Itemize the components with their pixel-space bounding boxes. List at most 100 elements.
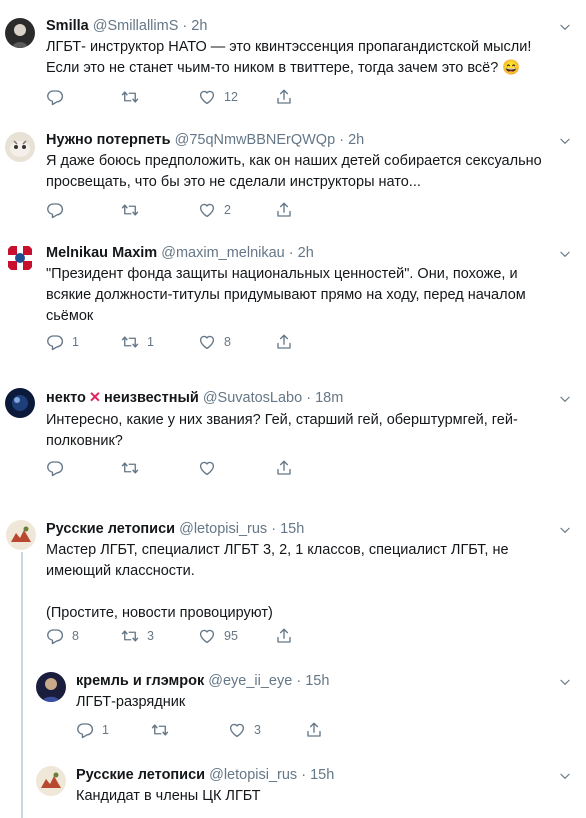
share-button[interactable] [275, 626, 293, 646]
like-button[interactable]: 95 [198, 626, 238, 646]
like-icon [228, 721, 246, 739]
reply-icon [76, 721, 94, 739]
display-name[interactable]: некто [46, 390, 86, 406]
timestamp[interactable]: 15h [310, 767, 334, 783]
reply-button[interactable]: 1 [46, 332, 79, 352]
tweet-actions [46, 458, 306, 478]
reply-button[interactable] [46, 458, 72, 478]
chevron-down-icon[interactable] [558, 769, 572, 783]
display-name[interactable]: Melnikau Maxim [46, 245, 157, 261]
like-icon [198, 459, 216, 477]
avatar[interactable] [36, 672, 66, 702]
retweet-count: 3 [147, 629, 154, 643]
tweet-text: ЛГБТ- инструктор НАТО — это квинтэссенци… [46, 39, 532, 76]
display-name[interactable]: Нужно потерпеть [46, 132, 171, 148]
tweet-text: Мастер ЛГБТ, специалист ЛГБТ 3, 2, 1 кла… [46, 542, 509, 621]
share-button[interactable] [275, 87, 293, 107]
retweet-button[interactable]: 3 [121, 626, 154, 646]
timestamp[interactable]: 18m [315, 390, 343, 406]
avatar[interactable] [5, 243, 35, 273]
tweet[interactable]: кремль и глэмрок @eye_ii_eye · 15h ЛГБТ-… [0, 664, 586, 762]
like-button[interactable]: 2 [198, 200, 231, 220]
reply-button[interactable] [46, 87, 72, 107]
like-icon [198, 201, 216, 219]
like-button[interactable]: 8 [198, 332, 231, 352]
separator: · [271, 521, 277, 537]
retweet-icon [121, 201, 139, 219]
share-button[interactable] [275, 458, 293, 478]
retweet-button[interactable] [151, 720, 177, 740]
reply-icon [46, 333, 64, 351]
like-button[interactable] [198, 458, 224, 478]
display-name[interactable]: кремль и глэмрок [76, 673, 204, 689]
tweet-text: Я даже боюсь предположить, как он наших … [46, 153, 542, 190]
display-name[interactable]: Smilla [46, 18, 89, 34]
reply-button[interactable] [46, 200, 72, 220]
reply-button[interactable]: 8 [46, 626, 79, 646]
tweet-header: кремль и глэмрок @eye_ii_eye · 15h [76, 672, 329, 690]
tweet-actions: 1 1 8 [46, 332, 306, 352]
user-handle[interactable]: @eye_ii_eye [208, 673, 292, 689]
tweet[interactable]: Melnikau Maxim @maxim_melnikau · 2h "Пре… [0, 242, 586, 372]
reply-count: 1 [72, 335, 79, 349]
retweet-button[interactable] [121, 87, 147, 107]
share-icon [305, 721, 323, 739]
chevron-down-icon[interactable] [558, 392, 572, 406]
user-handle[interactable]: @letopisi_rus [209, 767, 297, 783]
display-name[interactable]: неизвестный [104, 390, 199, 406]
like-button[interactable]: 3 [228, 720, 261, 740]
like-count: 95 [224, 629, 238, 643]
timestamp[interactable]: 2h [191, 18, 207, 34]
chevron-down-icon[interactable] [558, 20, 572, 34]
display-name[interactable]: Русские летописи [76, 767, 205, 783]
tweet[interactable]: Русские летописи @letopisi_rus · 15h Кан… [0, 758, 586, 818]
share-button[interactable] [275, 200, 293, 220]
user-handle[interactable]: @SuvatosLabo [203, 390, 302, 406]
reply-icon [46, 627, 64, 645]
like-count: 12 [224, 90, 238, 104]
separator: · [306, 390, 312, 406]
display-name[interactable]: Русские летописи [46, 521, 175, 537]
timestamp[interactable]: 2h [348, 132, 364, 148]
user-handle[interactable]: @75qNmwBBNErQWQp [175, 132, 336, 148]
avatar[interactable] [5, 388, 35, 418]
timestamp[interactable]: 15h [305, 673, 329, 689]
user-handle[interactable]: @maxim_melnikau [161, 245, 285, 261]
chevron-down-icon[interactable] [558, 134, 572, 148]
avatar[interactable] [5, 132, 35, 162]
reply-button[interactable]: 1 [76, 720, 109, 740]
chevron-down-icon[interactable] [558, 247, 572, 261]
separator: · [301, 767, 307, 783]
tweet[interactable]: Smilla @SmillallimS · 2h ЛГБТ- инструкто… [0, 0, 586, 120]
tweet-actions: 1 3 [76, 720, 336, 740]
retweet-icon [121, 333, 139, 351]
share-icon [275, 627, 293, 645]
retweet-button[interactable] [121, 458, 147, 478]
timestamp[interactable]: 15h [280, 521, 304, 537]
retweet-button[interactable] [121, 200, 147, 220]
timestamp[interactable]: 2h [298, 245, 314, 261]
share-button[interactable] [275, 332, 293, 352]
retweet-icon [151, 721, 169, 739]
chevron-down-icon[interactable] [558, 523, 572, 537]
reply-count: 8 [72, 629, 79, 643]
user-handle[interactable]: @letopisi_rus [179, 521, 267, 537]
like-icon [198, 627, 216, 645]
tweet-text: ЛГБТ-разрядник [76, 694, 186, 710]
chevron-down-icon[interactable] [558, 675, 572, 689]
separator: · [288, 245, 294, 261]
user-handle[interactable]: @SmillallimS [93, 18, 179, 34]
tweet-header: Нужно потерпеть @75qNmwBBNErQWQp · 2h [46, 131, 364, 149]
tweet-actions: 12 [46, 87, 306, 107]
avatar[interactable] [5, 18, 35, 48]
tweet[interactable]: Нужно потерпеть @75qNmwBBNErQWQp · 2h Я … [0, 122, 586, 240]
tweet-actions: 8 3 95 [46, 626, 306, 646]
retweet-button[interactable]: 1 [121, 332, 154, 352]
share-button[interactable] [305, 720, 323, 740]
like-button[interactable]: 12 [198, 87, 238, 107]
avatar[interactable] [36, 766, 66, 796]
tweet[interactable]: некто ✕ неизвестный @SuvatosLabo · 18m Инт… [0, 384, 586, 492]
tweet-header: Русские летописи @letopisi_rus · 15h [46, 520, 304, 538]
avatar[interactable] [6, 520, 36, 550]
tweet[interactable]: Русские летописи @letopisi_rus · 15h Мас… [0, 516, 586, 656]
